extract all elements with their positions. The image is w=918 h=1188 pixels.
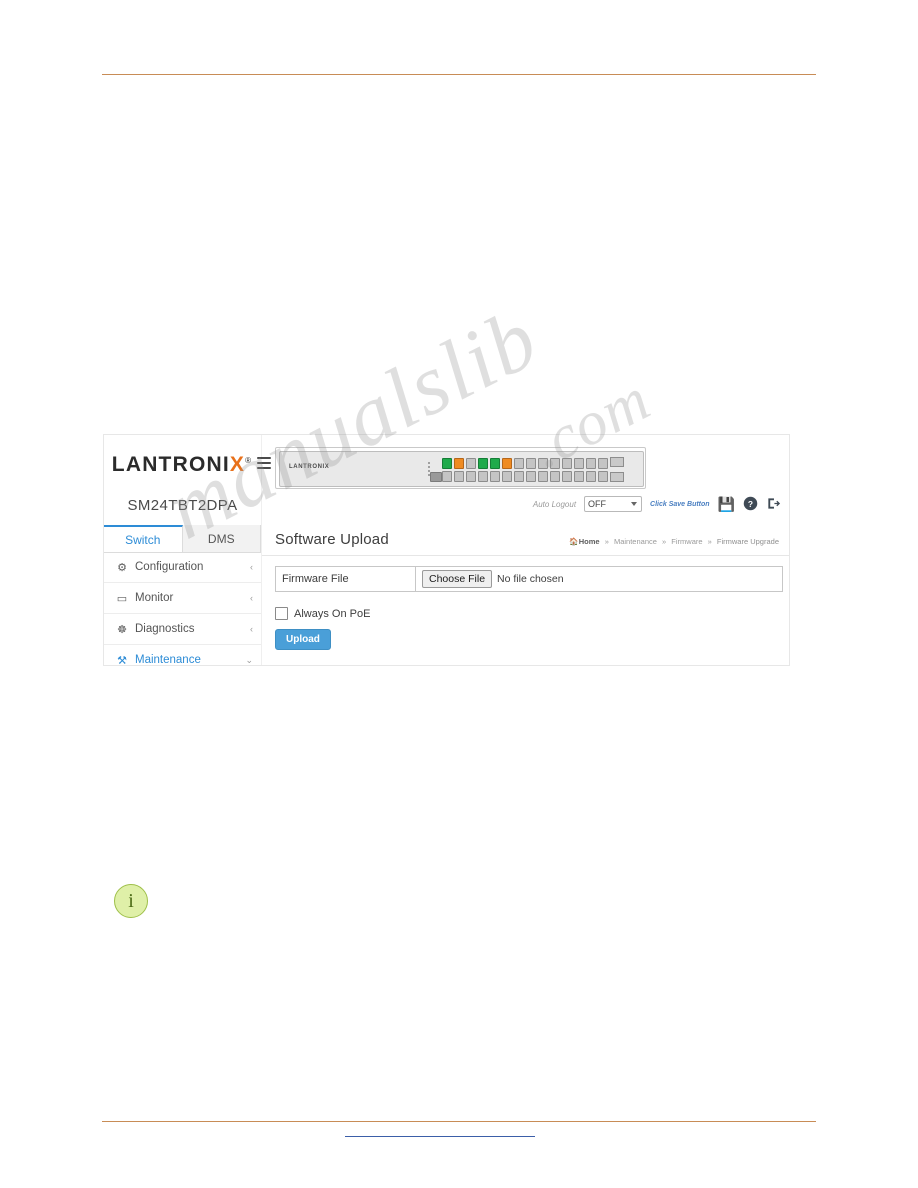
tab-bar: Switch DMS: [104, 525, 261, 553]
port-pair: [574, 458, 584, 484]
firmware-file-row: Firmware File Choose File No file chosen: [275, 566, 783, 592]
sidebar-nav: ⚙ Configuration ‹ ▭ Monitor ‹ ☸ Diagnost…: [104, 552, 261, 666]
upload-button[interactable]: Upload: [275, 629, 331, 650]
sidebar-item-label: Monitor: [135, 592, 174, 604]
breadcrumb-item-maintenance[interactable]: Maintenance: [614, 537, 657, 546]
device-sfp-ports: [610, 457, 638, 482]
firmware-file-label: Firmware File: [276, 567, 416, 591]
port-pair: [562, 458, 572, 484]
registered-mark: ®: [245, 456, 253, 465]
device-console-port-icon: [430, 472, 442, 482]
breadcrumb: 🏠Home » Maintenance » Firmware » Firmwar…: [569, 537, 779, 546]
port-pair: [598, 458, 608, 484]
click-save-hint: Click Save Button: [650, 500, 710, 508]
breadcrumb-item-firmware-upgrade: Firmware Upgrade: [716, 537, 779, 546]
hamburger-menu-icon[interactable]: [257, 457, 271, 469]
auto-logout-value: OFF: [588, 499, 607, 509]
port-pair: [466, 458, 476, 484]
logo-text: LANTRONI: [111, 453, 230, 476]
breadcrumb-separator: »: [707, 537, 712, 546]
breadcrumb-item-firmware[interactable]: Firmware: [671, 537, 702, 546]
logo-text-x: X: [229, 453, 246, 476]
auto-logout-select[interactable]: OFF: [584, 496, 643, 512]
logout-icon[interactable]: [766, 496, 781, 513]
port-pair: [454, 458, 464, 484]
footer-link-underline: [345, 1136, 535, 1137]
save-icon[interactable]: 💾: [718, 497, 735, 511]
port-pair: [514, 458, 524, 484]
info-icon: i: [114, 884, 148, 918]
page-title: Software Upload: [275, 531, 389, 548]
breadcrumb-separator: »: [604, 537, 609, 546]
port-pair: [538, 458, 548, 484]
device-front-panel-graphic[interactable]: LANTRONIX: [275, 447, 646, 489]
chevron-down-icon: ⌄: [245, 654, 253, 665]
page-footer-rule: [102, 1121, 816, 1122]
always-on-poe-row[interactable]: Always On PoE: [275, 607, 370, 620]
sidebar-item-configuration[interactable]: ⚙ Configuration ‹: [104, 552, 261, 583]
sidebar-item-label: Diagnostics: [135, 623, 195, 635]
device-brand-label: LANTRONIX: [289, 464, 330, 470]
diagnostics-icon: ☸: [117, 623, 127, 636]
chevron-down-icon: [631, 502, 638, 506]
port-pair: [478, 458, 488, 484]
chevron-left-icon: ‹: [250, 624, 253, 634]
auto-logout-label: Auto Logout: [532, 499, 577, 509]
monitor-icon: ▭: [116, 592, 128, 605]
port-pair: [550, 458, 560, 484]
tab-dms[interactable]: DMS: [182, 525, 261, 552]
chevron-left-icon: ‹: [250, 593, 253, 603]
help-icon-svg: ?: [743, 496, 758, 510]
content-divider: [262, 555, 789, 556]
always-on-poe-checkbox[interactable]: [275, 607, 288, 620]
sidebar-item-label: Configuration: [135, 561, 204, 573]
port-pair: [490, 458, 500, 484]
gear-icon: ⚙: [117, 561, 127, 574]
port-pair: [502, 458, 512, 484]
sidebar-item-diagnostics[interactable]: ☸ Diagnostics ‹: [104, 614, 261, 645]
port-pair: [586, 458, 596, 484]
breadcrumb-home[interactable]: 🏠Home: [569, 537, 599, 546]
sidebar-item-label: Maintenance: [135, 654, 201, 666]
sidebar-item-monitor[interactable]: ▭ Monitor ‹: [104, 583, 261, 614]
main-panel: LANTRONIX Auto Logout OFF Click Save But…: [257, 435, 789, 665]
chevron-left-icon: ‹: [250, 562, 253, 572]
page-header-rule: [102, 74, 816, 75]
file-status-text: No file chosen: [497, 573, 564, 585]
choose-file-button[interactable]: Choose File: [422, 570, 493, 588]
always-on-poe-label: Always On PoE: [294, 607, 371, 620]
logout-icon-svg: [768, 497, 781, 509]
sidebar-item-maintenance[interactable]: ⚒ Maintenance ⌄: [104, 645, 261, 666]
port-pair: [526, 458, 536, 484]
wrench-icon: ⚒: [117, 654, 127, 666]
sidebar: LANTRONIX® SM24TBT2DPA Switch DMS ⚙ Conf…: [104, 435, 262, 666]
switch-web-ui-screenshot: LANTRONIX® SM24TBT2DPA Switch DMS ⚙ Conf…: [103, 434, 790, 666]
port-pair: [442, 458, 452, 484]
lantronix-logo: LANTRONIX®: [112, 453, 252, 477]
file-picker[interactable]: Choose File No file chosen: [416, 567, 782, 591]
svg-text:?: ?: [748, 498, 753, 508]
help-icon[interactable]: ?: [743, 496, 758, 513]
top-toolbar: Auto Logout OFF Click Save Button 💾 ?: [533, 493, 781, 515]
tab-switch[interactable]: Switch: [104, 525, 183, 552]
device-port-row: [442, 458, 610, 482]
device-model-label: SM24TBT2DPA: [127, 497, 238, 514]
breadcrumb-separator: »: [662, 537, 667, 546]
